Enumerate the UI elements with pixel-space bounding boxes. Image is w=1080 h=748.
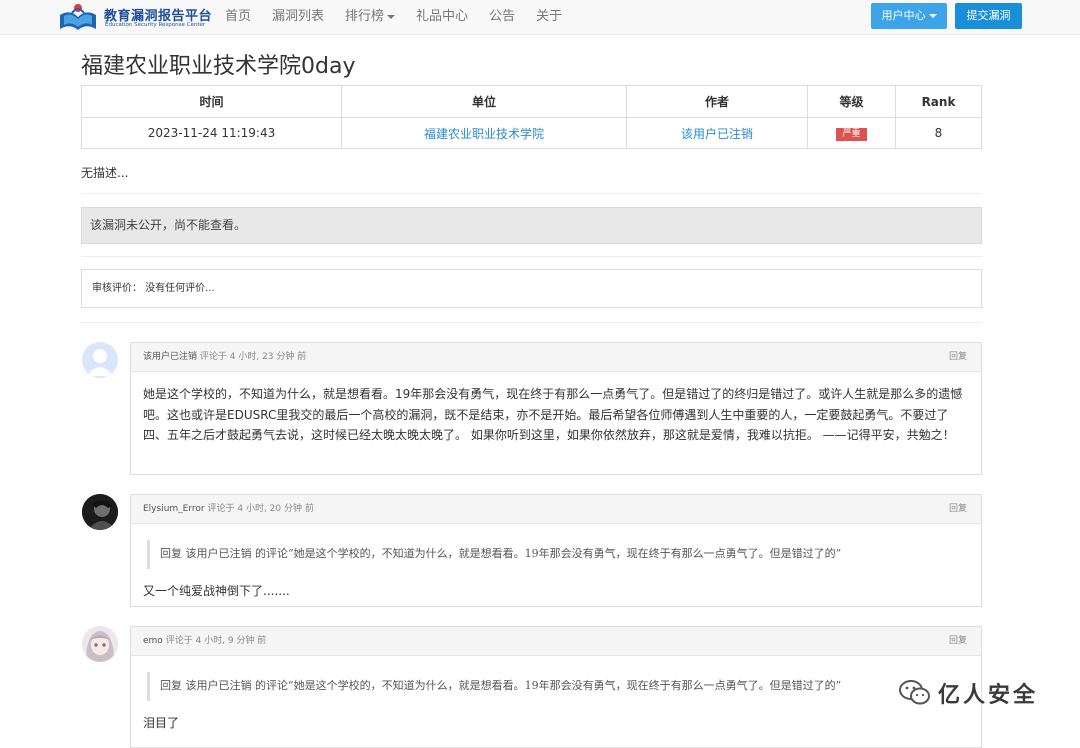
vuln-info-table: 时间 单位 作者 等级 Rank 2023-11-24 11:19:43 福建农…: [81, 85, 982, 149]
comment-author[interactable]: emo: [143, 636, 163, 646]
nav-ranking-label: 排行榜: [345, 9, 385, 24]
divider: [81, 322, 982, 323]
comment-header: emo 评论于 4 小时, 9 分钟 前 回复: [131, 627, 981, 656]
reply-button[interactable]: 回复: [949, 343, 967, 371]
nav-about[interactable]: 关于: [536, 0, 562, 34]
comment-time: 评论于 4 小时, 20 分钟 前: [207, 504, 314, 514]
comment-text: 又一个纯爱战神倒下了.......: [143, 583, 290, 598]
avatar[interactable]: [82, 494, 118, 530]
vuln-time: 2023-11-24 11:19:43: [81, 117, 342, 149]
comment-time: 评论于 4 小时, 9 分钟 前: [165, 636, 267, 646]
comment-time: 评论于 4 小时, 23 分钟 前: [199, 352, 307, 362]
review-text: 没有任何评价...: [145, 283, 215, 294]
reply-button[interactable]: 回复: [949, 495, 967, 523]
wechat-watermark: 亿人安全: [893, 676, 1053, 708]
review-label: 审核评价：: [92, 283, 142, 294]
submit-vuln-button[interactable]: 提交漏洞: [955, 3, 1022, 29]
col-author-header: 作者: [626, 85, 808, 118]
comment-text: 泪目了: [143, 715, 180, 730]
comment-author[interactable]: 该用户已注销: [143, 352, 197, 362]
not-public-notice: 该漏洞未公开，尚不能查看。: [81, 207, 982, 244]
nav-announcements[interactable]: 公告: [489, 0, 515, 34]
severity-badge: 严重: [836, 128, 867, 141]
col-rank-header: Rank: [895, 85, 982, 118]
nav-gift-center[interactable]: 礼品中心: [416, 0, 468, 34]
user-center-label: 用户中心: [881, 9, 926, 22]
table-header-row: 时间 单位 作者 等级 Rank: [81, 85, 982, 118]
avatar[interactable]: [82, 342, 118, 378]
col-level-header: 等级: [807, 85, 896, 118]
top-navbar: 教育漏洞报告平台 Education Security Response Cen…: [0, 0, 1080, 35]
dark-character-avatar-icon: [82, 494, 118, 530]
table-row: 2023-11-24 11:19:43 福建农业职业技术学院 该用户已注销 严重…: [81, 117, 982, 149]
default-user-icon: [87, 349, 113, 376]
comment-card: Elysium_Error 评论于 4 小时, 20 分钟 前 回复 回复 该用…: [130, 494, 982, 607]
review-box: 审核评价： 没有任何评价...: [81, 269, 982, 308]
divider: [81, 193, 982, 194]
col-time-header: 时间: [81, 85, 342, 118]
quoted-comment: 回复 该用户已注销 的评论“她是这个学校的，不知道为什么，就是想看看。19年那会…: [147, 672, 969, 701]
watermark-text: 亿人安全: [938, 683, 1039, 708]
nav-menu: 首页 漏洞列表 排行榜 礼品中心 公告 关于: [225, 0, 583, 34]
comment-card: emo 评论于 4 小时, 9 分钟 前 回复 回复 该用户已注销 的评论“她是…: [130, 626, 982, 748]
reply-button[interactable]: 回复: [949, 627, 967, 655]
anime-girl-avatar-icon: [82, 626, 118, 662]
avatar[interactable]: [82, 626, 118, 662]
comment-header: Elysium_Error 评论于 4 小时, 20 分钟 前 回复: [131, 495, 981, 524]
quoted-comment: 回复 该用户已注销 的评论“她是这个学校的，不知道为什么，就是想看看。19年那会…: [147, 540, 969, 569]
col-unit-header: 单位: [341, 85, 627, 118]
vuln-rank: 8: [895, 117, 982, 149]
divider: [81, 256, 982, 257]
wechat-icon: [899, 680, 930, 705]
chevron-down-icon: [387, 14, 396, 19]
nav-home[interactable]: 首页: [225, 0, 251, 34]
comment-text: 她是这个学校的，不知道为什么，就是想看看。19年那会没有勇气，现在终于有那么一点…: [143, 387, 963, 442]
page-title: 福建农业职业技术学院0day: [81, 54, 356, 79]
comment-author[interactable]: Elysium_Error: [143, 504, 205, 514]
comment-header: 该用户已注销 评论于 4 小时, 23 分钟 前 回复: [131, 343, 981, 372]
logo-subtitle: Education Security Response Center: [105, 22, 206, 28]
vuln-description: 无描述...: [81, 166, 129, 180]
nav-ranking[interactable]: 排行榜: [345, 0, 396, 34]
nav-vuln-list[interactable]: 漏洞列表: [272, 0, 324, 34]
chevron-down-icon: [928, 14, 937, 18]
vuln-author-link[interactable]: 该用户已注销: [681, 127, 753, 141]
comment-card: 该用户已注销 评论于 4 小时, 23 分钟 前 回复 她是这个学校的，不知道为…: [130, 342, 982, 475]
vuln-unit-link[interactable]: 福建农业职业技术学院: [424, 127, 544, 141]
book-logo-icon: [60, 4, 96, 30]
user-center-button[interactable]: 用户中心: [871, 3, 947, 29]
